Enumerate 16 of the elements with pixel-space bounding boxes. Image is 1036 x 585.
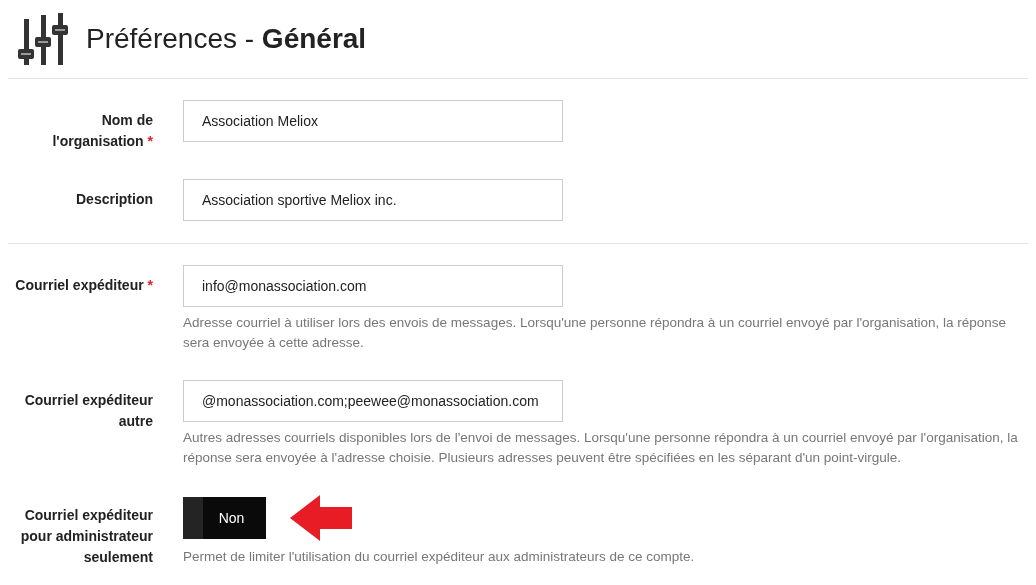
help-text: Autres adresses courriels disponibles lors de l'envoi de messages. Lorsqu'une personne répondra à un courriel envoyé par l'organisation, la réponse sera envoyée à l'adresse choisie. Plusieurs adresses peuvent être spécifiées en les séparant d'un point-virgule. [183, 429, 1019, 467]
field-label: Courriel expéditeur * [14, 276, 153, 295]
field-label: Courriel expéditeur pour administrateur seulement [19, 506, 153, 567]
help-text: Adresse courriel à utiliser lors des envois de messages. Lorsqu'une personne répondra à un courriel envoyé par l'organisation, la réponse sera envoyée à cette adresse. [183, 314, 1008, 352]
help-text: Permet de limiter l'utilisation du courriel expéditeur aux administrateurs de ce compte. [183, 548, 696, 566]
field-label: Description [75, 190, 153, 209]
input-field[interactable]: @monassociation.com;peewee@monassociation.com [183, 380, 563, 422]
input-field[interactable]: Association Meliox [183, 100, 563, 142]
arrow-icon [290, 495, 352, 541]
page-title: Préférences - Général [86, 22, 367, 56]
field-label: Courriel expéditeur autre [23, 391, 153, 431]
toggle-switch[interactable]: Non [183, 497, 266, 539]
input-field[interactable]: Association sportive Meliox inc. [183, 179, 563, 221]
sliders-icon [18, 13, 68, 65]
field-label: Nom de l'organisation * [51, 111, 153, 151]
input-field[interactable]: info@monassociation.com [183, 265, 563, 307]
